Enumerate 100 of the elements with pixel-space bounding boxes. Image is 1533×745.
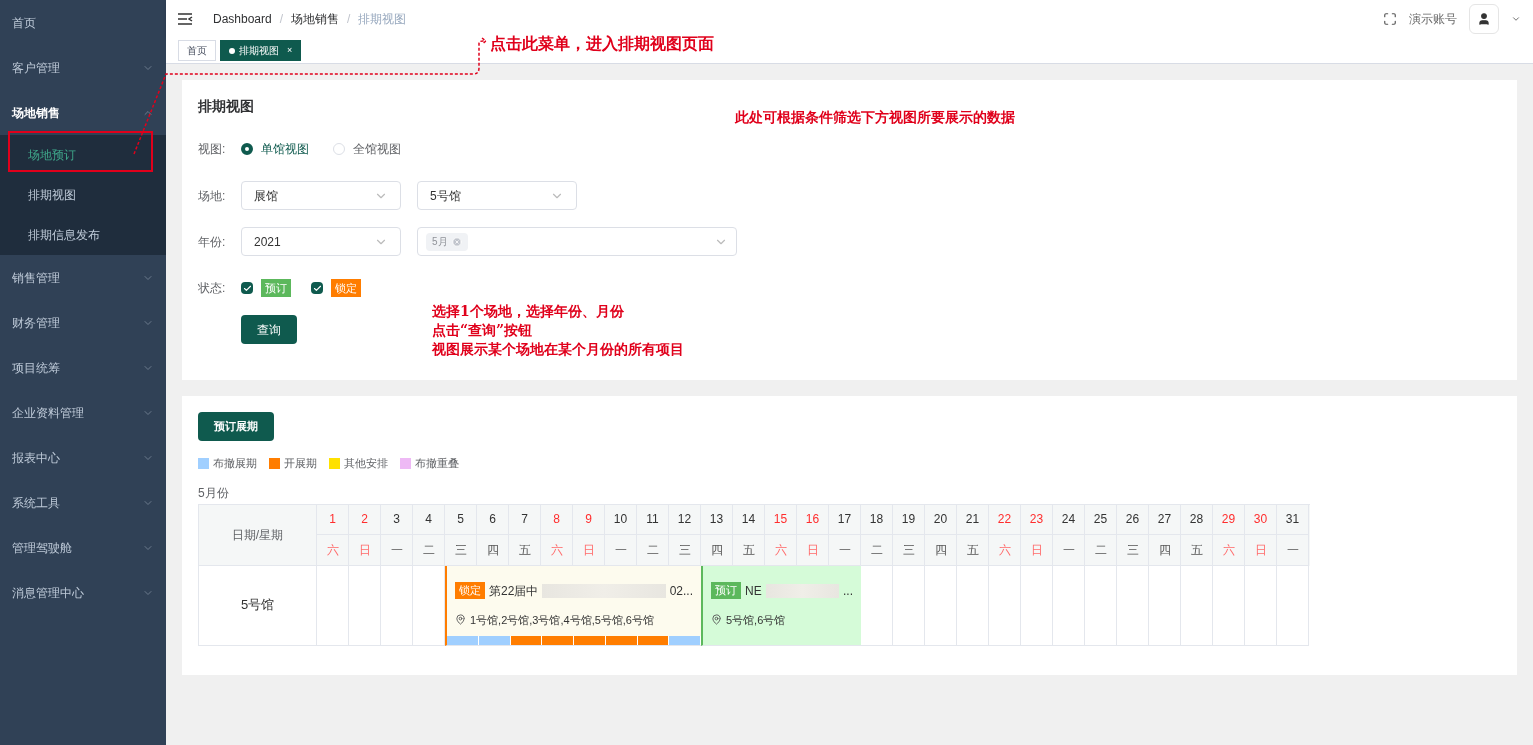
select-field[interactable]: 展馆: [241, 181, 401, 210]
day-cell: 18: [861, 504, 893, 535]
day-cell: 31: [1277, 504, 1309, 535]
breadcrumb-item: 排期视图: [358, 11, 407, 28]
weekday-cell: 日: [1245, 534, 1277, 566]
sidebar-subitem[interactable]: 场地预订: [0, 135, 166, 175]
annotation-line: 选择1个场地，选择年份、月份: [432, 302, 625, 321]
sidebar-item[interactable]: 场地销售: [0, 90, 166, 135]
breadcrumb-item[interactable]: 场地销售: [291, 10, 340, 28]
day-cell: 10: [605, 504, 637, 535]
sidebar-subitem[interactable]: 排期信息发布: [0, 215, 166, 255]
sidebar-item[interactable]: 消息管理中心: [0, 570, 166, 615]
event-location: 5号馆,6号馆: [726, 612, 786, 628]
weekday-cell: 五: [733, 534, 765, 566]
section-title: 排期视图: [198, 97, 254, 116]
legend-label: 开展期: [284, 456, 317, 471]
sidebar-item[interactable]: 财务管理: [0, 300, 166, 345]
weekday-cell: 日: [1021, 534, 1053, 566]
weekday-cell: 六: [989, 534, 1021, 566]
weekday-cell: 二: [413, 534, 445, 566]
weekday-cell: 四: [1149, 534, 1181, 566]
sidebar-item[interactable]: 系统工具: [0, 480, 166, 525]
month-chip-label: 5月: [432, 235, 448, 249]
annotation-line: 视图展示某个场地在某个月份的所有项目: [432, 340, 684, 359]
weekday-cell: 四: [925, 534, 957, 566]
fullscreen-icon[interactable]: [1383, 12, 1397, 26]
day-cell: 19: [893, 504, 925, 535]
close-tab-icon[interactable]: ×: [287, 43, 293, 58]
radio-option[interactable]: 全馆视图: [333, 140, 401, 158]
field-label: 年份:: [198, 233, 227, 251]
account-name: 演示账号: [1409, 11, 1457, 28]
event-block[interactable]: 预订 NE ... 5号馆,6号馆: [701, 565, 861, 646]
weekday-cell: 四: [701, 534, 733, 566]
sidebar-item[interactable]: 首页: [0, 0, 166, 45]
sidebar-item[interactable]: 项目统筹: [0, 345, 166, 390]
checkbox[interactable]: [311, 282, 323, 294]
sidebar-item[interactable]: 客户管理: [0, 45, 166, 90]
annotation-text: 此处可根据条件筛选下方视图所要展示的数据: [735, 108, 1015, 127]
day-cell: 5: [445, 504, 477, 535]
event-block[interactable]: 锁定 第22届中 02... 1号馆,2号馆,3号馆,4号馆,5号馆,6号馆: [445, 565, 701, 646]
day-cell: 28: [1181, 504, 1213, 535]
sidebar-item[interactable]: 销售管理: [0, 255, 166, 300]
weekday-cell: 二: [861, 534, 893, 566]
day-cell: 22: [989, 504, 1021, 535]
day-cell: 14: [733, 504, 765, 535]
location-pin-icon: [455, 614, 466, 626]
annotation-line: 点击“查询”按钮: [432, 321, 534, 340]
day-cell: 17: [829, 504, 861, 535]
field-label: 状态:: [198, 280, 227, 297]
day-cell: 30: [1245, 504, 1277, 535]
tag-tab[interactable]: 排期视图 ×: [220, 40, 302, 61]
sidebar-item[interactable]: 管理驾驶舱: [0, 525, 166, 570]
day-cell: 2: [349, 504, 381, 535]
corner-cell: 日期/星期: [199, 504, 317, 566]
caret-icon[interactable]: [1511, 14, 1521, 24]
day-cell: 9: [573, 504, 605, 535]
field-label: 场地:: [198, 187, 227, 205]
annotation-text: 点击此菜单，进入排期视图页面: [490, 33, 714, 55]
month-title: 5月份: [198, 484, 229, 502]
event-title-start: 第22届中: [489, 582, 539, 600]
day-cell: 3: [381, 504, 413, 535]
weekday-cell: 六: [541, 534, 573, 566]
day-cell: 13: [701, 504, 733, 535]
book-period-button[interactable]: 预订展期: [198, 412, 274, 441]
day-cell: 6: [477, 504, 509, 535]
weekday-cell: 一: [1053, 534, 1085, 566]
sidebar-item[interactable]: 企业资料管理: [0, 390, 166, 435]
select-field[interactable]: 5号馆: [417, 181, 577, 210]
weekday-cell: 六: [765, 534, 797, 566]
day-cell: 4: [413, 504, 445, 535]
avatar[interactable]: [1469, 4, 1499, 34]
day-cell: 26: [1117, 504, 1149, 535]
sidebar-subitem[interactable]: 排期视图: [0, 175, 166, 215]
day-cell: 16: [797, 504, 829, 535]
weekday-cell: 三: [893, 534, 925, 566]
day-cell: 1: [317, 504, 349, 535]
weekday-cell: 六: [1213, 534, 1245, 566]
weekday-cell: 日: [349, 534, 381, 566]
weekday-cell: 二: [637, 534, 669, 566]
location-pin-icon: [711, 614, 722, 626]
day-cell: 29: [1213, 504, 1245, 535]
checkbox[interactable]: [241, 282, 253, 294]
day-cell: 27: [1149, 504, 1181, 535]
event-title-end: 02...: [669, 582, 693, 600]
legend-label: 其他安排: [344, 456, 388, 471]
legend-label: 布撤重叠: [415, 456, 459, 471]
field-label: 视图:: [198, 141, 227, 158]
user-icon: [1477, 12, 1491, 26]
day-cell: 24: [1053, 504, 1085, 535]
sidebar-item[interactable]: 报表中心: [0, 435, 166, 480]
select-field[interactable]: 2021: [241, 227, 401, 256]
weekday-cell: 六: [317, 534, 349, 566]
breadcrumb-item[interactable]: Dashboard: [213, 10, 272, 28]
radio-option[interactable]: 单馆视图: [241, 140, 309, 158]
menu-icon[interactable]: [178, 13, 193, 25]
tag-tab[interactable]: 首页: [178, 40, 216, 61]
weekday-cell: 五: [957, 534, 989, 566]
venue-cell: 5号馆: [199, 565, 317, 646]
query-button[interactable]: 查询: [241, 315, 297, 344]
day-cell: 12: [669, 504, 701, 535]
